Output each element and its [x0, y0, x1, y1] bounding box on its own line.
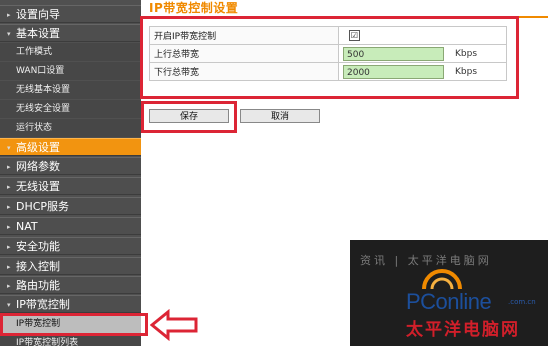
expand-arrow-icon: ▸	[7, 282, 11, 290]
overlay-text: 资讯 | 太平洋电脑网	[360, 254, 492, 267]
sidebar-item-network-params[interactable]: ▸ 网络参数	[0, 157, 141, 175]
expand-arrow-icon: ▸	[7, 203, 11, 211]
pconline-logo-icon	[422, 269, 462, 290]
sidebar-item-access-control[interactable]: ▸ 接入控制	[0, 257, 141, 275]
expand-arrow-icon: ▸	[7, 263, 11, 271]
left-pointing-arrow-icon	[150, 309, 198, 341]
sidebar-item-advanced-settings[interactable]: ▾ 高级设置	[0, 138, 141, 156]
cancel-button[interactable]: 取消	[240, 109, 320, 123]
sidebar-item-security[interactable]: ▸ 安全功能	[0, 237, 141, 255]
menu-highlight-box	[0, 313, 148, 336]
pconline-brand-text: PConline	[406, 289, 492, 314]
collapse-arrow-icon: ▾	[7, 144, 11, 152]
sidebar-item-work-mode[interactable]: 工作模式	[0, 43, 141, 61]
sidebar-item-wireless-basic[interactable]: 无线基本设置	[0, 81, 141, 99]
sidebar-item-wan-settings[interactable]: WAN口设置	[0, 62, 141, 80]
sidebar-item-wireless-settings[interactable]: ▸ 无线设置	[0, 177, 141, 195]
sidebar-item-ip-bandwidth-control[interactable]: ▾ IP带宽控制	[0, 295, 141, 313]
sidebar-item-dhcp[interactable]: ▸ DHCP服务	[0, 197, 141, 215]
pconline-cn-name: 太平洋电脑网	[406, 320, 520, 340]
page-title: IP带宽控制设置	[149, 1, 239, 15]
expand-arrow-icon: ▸	[7, 183, 11, 191]
expand-arrow-icon: ▸	[7, 243, 11, 251]
expand-arrow-icon: ▸	[7, 11, 11, 19]
sidebar-item-nat[interactable]: ▸ NAT	[0, 217, 141, 235]
save-highlight-box	[141, 101, 237, 133]
expand-arrow-icon: ▸	[7, 223, 11, 231]
collapse-arrow-icon: ▾	[7, 30, 11, 38]
sidebar-nav: ▸ 设置向导 ▾ 基本设置 工作模式 WAN口设置 无线基本设置 无线安全设置 运行…	[0, 0, 141, 346]
sidebar-item-run-status[interactable]: 运行状态	[0, 119, 141, 137]
sidebar-item-routing[interactable]: ▸ 路由功能	[0, 276, 141, 294]
sidebar-item-wireless-security[interactable]: 无线安全设置	[0, 100, 141, 118]
settings-highlight-box	[140, 16, 519, 99]
sidebar-item-basic-settings[interactable]: ▾ 基本设置	[0, 24, 141, 42]
collapse-arrow-icon: ▾	[7, 301, 11, 309]
pconline-domain-text: .com.cn	[508, 298, 536, 306]
expand-arrow-icon: ▸	[7, 163, 11, 171]
sidebar-item-setup-wizard[interactable]: ▸ 设置向导	[0, 5, 141, 23]
pconline-watermark: PConline .com.cn 太平洋电脑网	[402, 267, 548, 346]
